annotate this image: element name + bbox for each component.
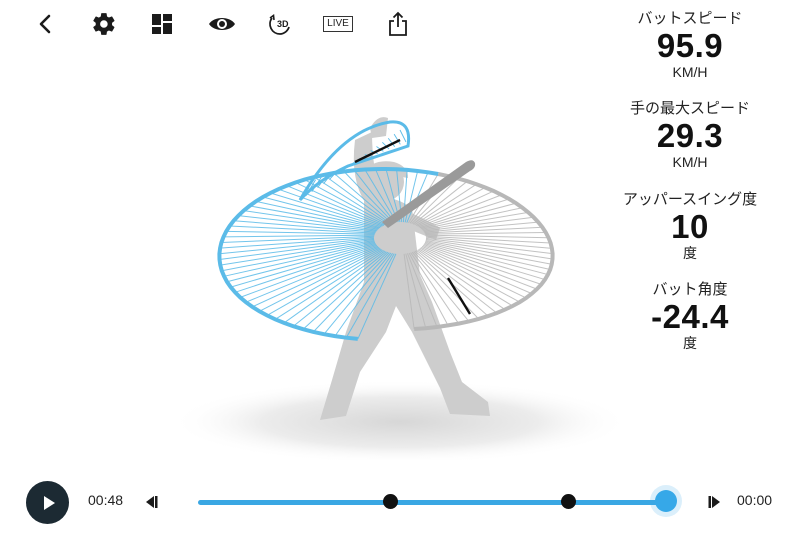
live-button[interactable]: LIVE [320,6,356,42]
share-button[interactable] [380,6,416,42]
metric-value: 29.3 [656,117,724,154]
live-icon: LIVE [323,16,353,32]
elapsed-time: 00:48 [88,492,124,508]
view-button[interactable] [204,6,240,42]
swing-sweep-line [245,246,379,303]
metric-unit: 度 [683,335,697,351]
playback-bar: 00:48 00:00 [0,470,800,533]
hand-speed-metric: 手の最大スピード 29.3 KM/H [580,100,800,170]
metric-value: 95.9 [656,27,724,64]
swing-sweep-line [419,247,520,303]
swing-sweep-line [223,234,375,238]
back-icon [39,14,51,34]
step-back-button[interactable] [139,490,163,514]
rotate-3d-button[interactable]: 3D [262,6,298,42]
swing-sweep-line [425,231,546,235]
ground-shadow [170,380,630,464]
timeline-marker[interactable] [560,494,576,509]
metric-label: 手の最大スピード [629,100,750,117]
back-button[interactable] [28,6,64,42]
settings-button[interactable] [86,6,122,42]
swing-visualization [150,70,630,464]
metric-label: アッパースイング度 [622,191,758,208]
metric-unit: KM/H [672,64,708,80]
metric-value: 10 [671,208,709,245]
metric-label: バット角度 [652,281,728,298]
step-back-icon [146,496,158,508]
swing-trajectory-graphic [170,117,630,464]
timeline-thumb[interactable] [655,490,677,512]
swing-sweep-line [425,239,552,265]
metric-label: バットスピード [637,10,743,27]
play-icon [43,495,55,510]
top-toolbar: 3D LIVE [0,0,440,50]
timeline-track[interactable] [198,500,666,505]
bat-angle-metric: バット角度 -24.4 度 [580,281,800,351]
eye-icon [209,18,235,30]
swing-sweep-line [262,196,381,229]
layout-icon [152,14,172,34]
bat-speed-metric: バットスピード 95.9 KM/H [580,10,800,80]
rotate-3d-icon: 3D [269,14,290,35]
step-forward-icon [708,496,720,508]
layout-button[interactable] [144,6,180,42]
remaining-time: 00:00 [737,492,773,508]
play-button[interactable] [26,481,69,524]
share-icon [389,11,407,36]
upper-swing-metric: アッパースイング度 10 度 [580,191,800,261]
step-forward-button[interactable] [703,490,727,514]
gear-icon [93,13,115,35]
metric-unit: KM/H [672,154,708,170]
swing-loop-line [399,129,407,143]
metric-unit: 度 [683,245,697,261]
timeline-marker[interactable] [382,494,398,509]
metric-value: -24.4 [651,298,729,335]
svg-text:3D: 3D [277,19,289,29]
